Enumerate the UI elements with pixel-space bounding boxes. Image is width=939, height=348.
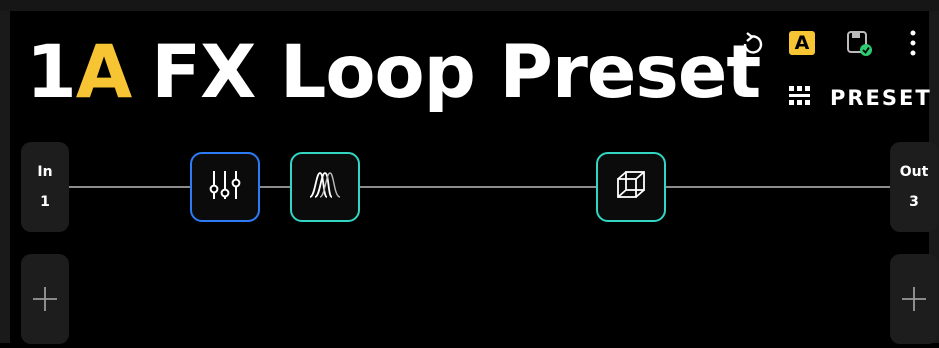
plus-icon xyxy=(890,287,938,348)
preset-number: 1 xyxy=(26,30,77,115)
add-path-button-left[interactable] xyxy=(21,254,69,344)
filter-block[interactable] xyxy=(290,152,360,222)
input-label: In xyxy=(37,164,53,180)
add-path-button-right[interactable] xyxy=(890,254,938,344)
output-value: 3 xyxy=(909,194,919,210)
kebab-menu-icon[interactable] xyxy=(903,28,923,58)
signal-wire xyxy=(260,186,290,188)
top-strip xyxy=(0,0,939,11)
undo-icon[interactable] xyxy=(737,30,767,60)
preset-button[interactable]: PRESET xyxy=(786,83,932,113)
equalizer-sliders-icon xyxy=(205,165,245,209)
preset-button-label: PRESET xyxy=(830,86,932,110)
preset-title[interactable]: 1A FX Loop Preset xyxy=(26,30,761,116)
bank-a-button[interactable]: A xyxy=(789,31,815,55)
preset-letter: A xyxy=(75,30,132,115)
left-edge xyxy=(0,11,10,343)
plus-icon xyxy=(21,287,69,348)
input-node[interactable]: In 1 xyxy=(21,142,69,232)
fx-loop-block[interactable] xyxy=(596,152,666,222)
eq-block[interactable] xyxy=(190,152,260,222)
grid-icon xyxy=(786,82,814,114)
input-value: 1 xyxy=(40,194,50,210)
signal-wire xyxy=(360,186,596,188)
save-icon[interactable] xyxy=(844,28,874,58)
preset-name: FX Loop Preset xyxy=(151,30,761,115)
signal-wire xyxy=(69,186,190,188)
output-node[interactable]: Out 3 xyxy=(890,142,938,232)
output-label: Out xyxy=(899,164,929,180)
cube-icon xyxy=(611,165,651,209)
wave-filter-icon xyxy=(305,165,345,209)
signal-wire xyxy=(666,186,890,188)
